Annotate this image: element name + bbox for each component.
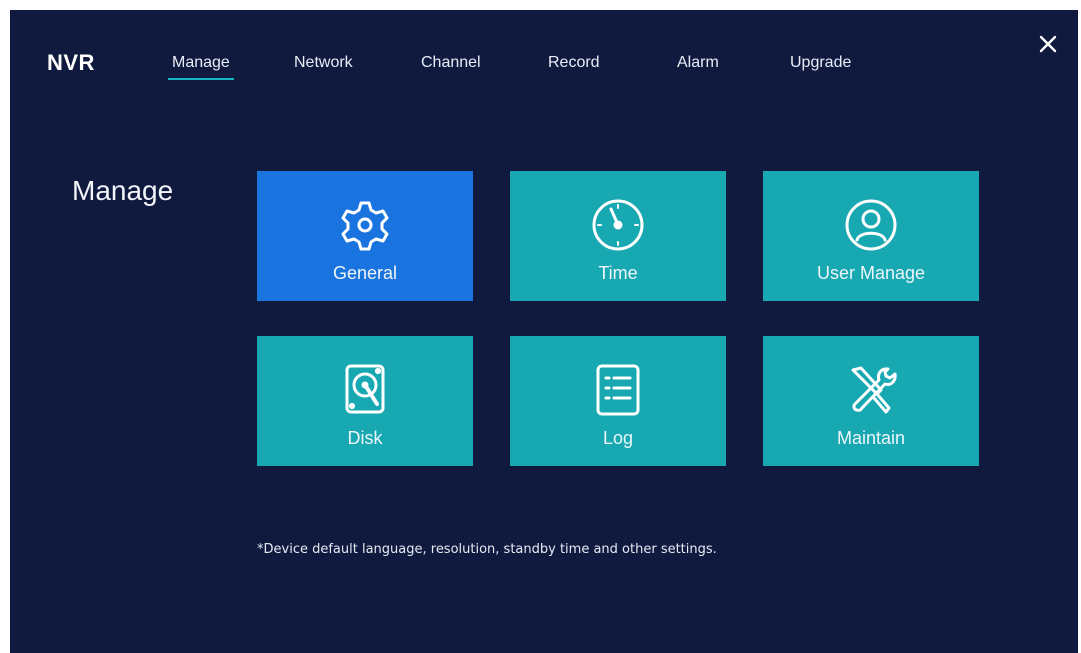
section-title: Manage <box>72 175 174 206</box>
tab-channel[interactable]: Channel <box>421 54 481 72</box>
close-icon[interactable] <box>1036 32 1060 56</box>
general-tile[interactable]: General <box>257 171 473 301</box>
general-tile-label: General <box>332 263 398 283</box>
disk-tile-label: Disk <box>347 428 383 448</box>
time-tile-label: Time <box>598 263 638 283</box>
clock-icon <box>586 193 650 257</box>
tab-upgrade[interactable]: Upgrade <box>790 54 851 72</box>
gear-icon <box>333 193 397 257</box>
nvr-manage-screen: NVR Manage Network Channel Record Alarm … <box>10 10 1078 653</box>
tab-manage[interactable]: Manage <box>168 54 234 80</box>
description-note: *Device default language, resolution, st… <box>257 542 717 557</box>
disk-tile[interactable]: Disk <box>257 336 473 466</box>
log-tile-label: Log <box>602 428 634 448</box>
tab-alarm[interactable]: Alarm <box>677 54 719 72</box>
top-navigation-bar: NVR Manage Network Channel Record Alarm … <box>10 10 1078 90</box>
nvr-logo: NVR <box>47 50 95 75</box>
wrench-screwdriver-icon <box>839 358 903 422</box>
log-tile[interactable]: Log <box>510 336 726 466</box>
tab-network[interactable]: Network <box>294 54 353 72</box>
log-list-icon <box>586 358 650 422</box>
maintain-tile[interactable]: Maintain <box>763 336 979 466</box>
time-tile[interactable]: Time <box>510 171 726 301</box>
user-manage-tile[interactable]: User Manage <box>763 171 979 301</box>
user-icon <box>839 193 903 257</box>
user-manage-tile-label: User Manage <box>816 263 926 283</box>
maintain-tile-label: Maintain <box>836 428 906 448</box>
hard-disk-icon <box>333 358 397 422</box>
tab-record[interactable]: Record <box>548 54 600 72</box>
